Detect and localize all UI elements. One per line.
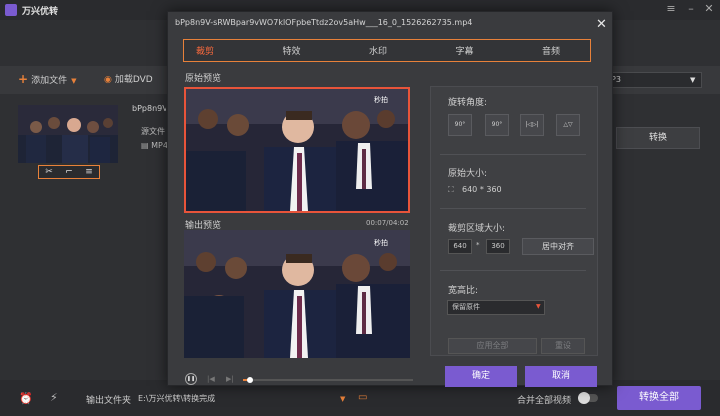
tab-subtitles[interactable]: 字幕 xyxy=(455,44,473,57)
file-thumbnail[interactable] xyxy=(18,105,118,163)
aspect-ratio-label: 宽高比: xyxy=(448,286,479,296)
minimize-icon[interactable]: – xyxy=(682,1,700,17)
close-window-icon[interactable]: ✕ xyxy=(700,1,718,17)
chevron-down-icon[interactable]: ▼ xyxy=(71,77,76,85)
reset-button[interactable]: 重设 xyxy=(541,338,585,354)
time-code: 00:07/04:02 xyxy=(366,219,409,227)
output-preview-video[interactable]: 秒拍 xyxy=(184,230,410,358)
load-dvd-label: 加载DVD xyxy=(114,75,153,85)
output-watermark-text: 秒拍 xyxy=(374,239,388,247)
dialog-title: bPp8n9V-sRWBpar9vWO7klOFpbeTtdz2ov5aHw__… xyxy=(175,18,473,27)
ok-button[interactable]: 确定 xyxy=(445,366,517,387)
crop-icon[interactable]: ⌐ xyxy=(65,167,73,177)
divider xyxy=(440,270,586,271)
divider xyxy=(440,208,586,209)
apply-all-button[interactable]: 应用全部 xyxy=(448,338,537,354)
flip-vertical-button[interactable]: △▽ xyxy=(556,114,580,136)
scissors-icon[interactable]: ✂ xyxy=(45,167,53,177)
output-folder-label: 输出文件夹 xyxy=(86,396,132,406)
divider xyxy=(440,154,586,155)
merge-toggle-knob[interactable] xyxy=(578,392,590,404)
alarm-clock-icon[interactable]: ⏰ xyxy=(19,392,33,405)
effects-sliders-icon[interactable]: ≡ xyxy=(85,167,93,177)
app-title: 万兴优转 xyxy=(22,7,59,17)
output-path-chevron-icon[interactable]: ▼ xyxy=(340,395,345,403)
original-preview-label: 原始预览 xyxy=(185,74,222,84)
watermark-text: 秒拍 xyxy=(374,96,388,104)
output-path-select[interactable]: E:\万兴优转\转换完成 xyxy=(136,391,351,407)
center-align-button[interactable]: 居中对齐 xyxy=(522,238,594,255)
next-frame-icon[interactable]: ▶| xyxy=(226,375,234,383)
merge-all-label: 合并全部视频 xyxy=(517,396,572,406)
output-format-select[interactable]: P3 xyxy=(606,72,702,88)
crop-area-label: 裁剪区域大小: xyxy=(448,224,506,234)
edit-tabs: 裁剪 特效 水印 字幕 音频 xyxy=(183,39,591,62)
rotation-label: 旋转角度: xyxy=(448,98,488,108)
crop-width-input[interactable]: 640 xyxy=(448,239,472,254)
disc-icon: ◉ xyxy=(104,75,112,85)
lightning-icon[interactable]: ⚡ xyxy=(50,391,58,404)
dialog-close-icon[interactable]: ✕ xyxy=(596,18,607,31)
tab-effects[interactable]: 特效 xyxy=(282,44,300,57)
aspect-ratio-select[interactable]: 保留原件 xyxy=(447,300,545,315)
previous-frame-icon[interactable]: |◀ xyxy=(207,375,215,383)
folder-icon[interactable]: ▭ xyxy=(358,392,367,403)
source-format: ▤ MP4 xyxy=(141,141,168,150)
crop-separator: * xyxy=(476,241,480,249)
tab-crop[interactable]: 裁剪 xyxy=(196,44,214,57)
film-icon: ▤ xyxy=(141,141,149,150)
source-format-label: MP4 xyxy=(151,141,168,150)
tab-watermark[interactable]: 水印 xyxy=(369,44,387,57)
file-edit-tools: ✂ ⌐ ≡ xyxy=(38,165,100,179)
pause-button[interactable]: ❚❚ xyxy=(185,373,197,385)
format-chevron-down-icon[interactable]: ▼ xyxy=(690,76,695,84)
load-dvd-button[interactable]: ◉ 加载DVD xyxy=(104,72,153,85)
convert-button[interactable]: 转换 xyxy=(616,127,700,149)
thumbnail-image xyxy=(18,105,118,163)
aspect-ratio-chevron-icon[interactable]: ▼ xyxy=(536,303,541,310)
file-name: bPp8n9V-sRWBpar9vWO7klOFpbeTtdz2ov5aHw__… xyxy=(132,104,166,113)
cancel-button[interactable]: 取消 xyxy=(525,366,597,387)
convert-all-button[interactable]: 转换全部 xyxy=(617,386,701,410)
plus-icon: + xyxy=(18,72,29,86)
add-file-button[interactable]: + 添加文件 ▼ xyxy=(18,72,76,86)
original-size-value: 640 * 360 xyxy=(462,185,502,194)
crop-height-input[interactable]: 360 xyxy=(486,239,510,254)
seek-bar[interactable] xyxy=(243,379,413,381)
flip-horizontal-button[interactable]: |◁▷| xyxy=(520,114,544,136)
menu-icon[interactable]: ≡ xyxy=(662,1,680,17)
original-preview-video[interactable]: 秒拍 xyxy=(184,87,410,213)
source-file-label: 源文件 xyxy=(141,127,165,136)
original-size-label: 原始大小: xyxy=(448,169,488,179)
rotate-left-button[interactable]: 90° xyxy=(448,114,472,136)
tab-audio[interactable]: 音频 xyxy=(542,44,560,57)
resize-icon: ⛶ xyxy=(448,185,454,194)
output-preview-frame xyxy=(184,230,410,358)
rotate-right-button[interactable]: 90° xyxy=(485,114,509,136)
app-logo-icon xyxy=(5,4,17,16)
original-preview-frame xyxy=(186,89,408,211)
seek-bar-handle[interactable] xyxy=(247,377,253,383)
add-file-label: 添加文件 xyxy=(31,76,68,86)
